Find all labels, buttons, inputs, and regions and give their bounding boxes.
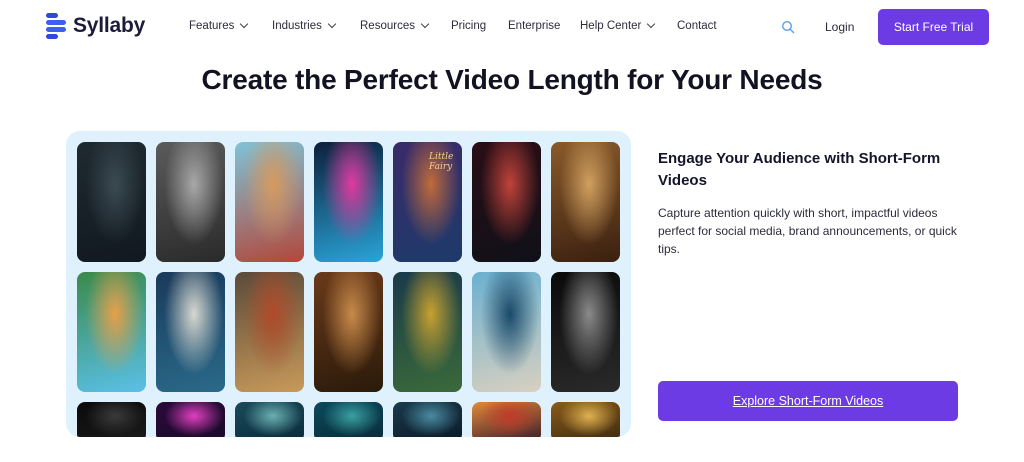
brand-logo[interactable]: Syllaby bbox=[46, 13, 145, 39]
section-description: Capture attention quickly with short, im… bbox=[658, 206, 957, 256]
brand-name: Syllaby bbox=[73, 14, 146, 37]
explore-short-form-videos-button[interactable]: Explore Short-Form Videos bbox=[658, 381, 958, 421]
moonlit-horse-thumbnail[interactable] bbox=[235, 402, 304, 437]
chevron-down-icon bbox=[420, 19, 430, 29]
syllaby-logo-icon bbox=[46, 13, 66, 39]
nav-item-help-center[interactable]: Help Center bbox=[580, 19, 656, 32]
nav-item-industries[interactable]: Industries bbox=[272, 19, 337, 32]
castle-sunset-thumbnail[interactable] bbox=[472, 402, 541, 437]
search-icon[interactable] bbox=[781, 20, 795, 34]
nav-item-features[interactable]: Features bbox=[189, 19, 249, 32]
nav-item-label: Enterprise bbox=[508, 20, 561, 32]
section-heading: Engage Your Audience with Short-Form Vid… bbox=[658, 150, 941, 189]
nav-item-label: Resources bbox=[360, 20, 415, 32]
underwater-thumbnail[interactable] bbox=[314, 402, 383, 437]
vintage-cars-street-thumbnail[interactable] bbox=[235, 142, 304, 262]
nav-item-label: Industries bbox=[272, 20, 322, 32]
dark-figure-thumbnail[interactable] bbox=[77, 402, 146, 437]
chevron-down-icon bbox=[240, 19, 249, 29]
street-photographer-thumbnail[interactable] bbox=[156, 142, 225, 262]
chevron-down-icon bbox=[647, 19, 656, 29]
nav-item-resources[interactable]: Resources bbox=[360, 19, 430, 32]
woman-profile-thumbnail[interactable] bbox=[551, 272, 620, 392]
cottage-village-thumbnail[interactable] bbox=[77, 272, 146, 392]
nav-item-label: Help Center bbox=[580, 20, 642, 32]
hero-lion-thumbnail[interactable] bbox=[235, 272, 304, 392]
dark-forest-thumbnail[interactable] bbox=[393, 402, 462, 437]
neon-sunset-thumbnail[interactable] bbox=[156, 402, 225, 437]
lighthouse-thumbnail[interactable] bbox=[472, 272, 541, 392]
scientist-thumbnail[interactable] bbox=[156, 272, 225, 392]
nav-item-contact[interactable]: Contact bbox=[677, 20, 717, 32]
thumbnail-caption: Little Fairy bbox=[429, 152, 454, 172]
nav-item-label: Pricing bbox=[451, 20, 487, 32]
little-fairy-thumbnail[interactable]: Little Fairy bbox=[393, 142, 462, 262]
video-thumbnail-gallery: Little Fairy bbox=[66, 131, 631, 437]
start-free-trial-button[interactable]: Start Free Trial bbox=[878, 9, 989, 45]
young-wizard-thumbnail[interactable] bbox=[393, 272, 462, 392]
login-link[interactable]: Login bbox=[825, 20, 854, 34]
site-header: Syllaby Features Industries Resources Pr… bbox=[0, 0, 1024, 54]
nav-item-pricing[interactable]: Pricing bbox=[451, 20, 486, 32]
vr-headset-thumbnail[interactable] bbox=[314, 142, 383, 262]
grand-hall-thumbnail[interactable] bbox=[551, 402, 620, 437]
desert-warriors-thumbnail[interactable] bbox=[551, 142, 620, 262]
eye-closeup-thumbnail[interactable] bbox=[314, 272, 383, 392]
chevron-down-icon bbox=[327, 19, 337, 29]
soldiers-thumbnail[interactable] bbox=[77, 142, 146, 262]
nav-item-enterprise[interactable]: Enterprise bbox=[508, 20, 560, 32]
red-moon-thumbnail[interactable] bbox=[472, 142, 541, 262]
nav-item-label: Contact bbox=[677, 20, 717, 32]
page-title: Create the Perfect Video Length for Your… bbox=[201, 64, 823, 95]
nav-item-label: Features bbox=[189, 20, 235, 32]
